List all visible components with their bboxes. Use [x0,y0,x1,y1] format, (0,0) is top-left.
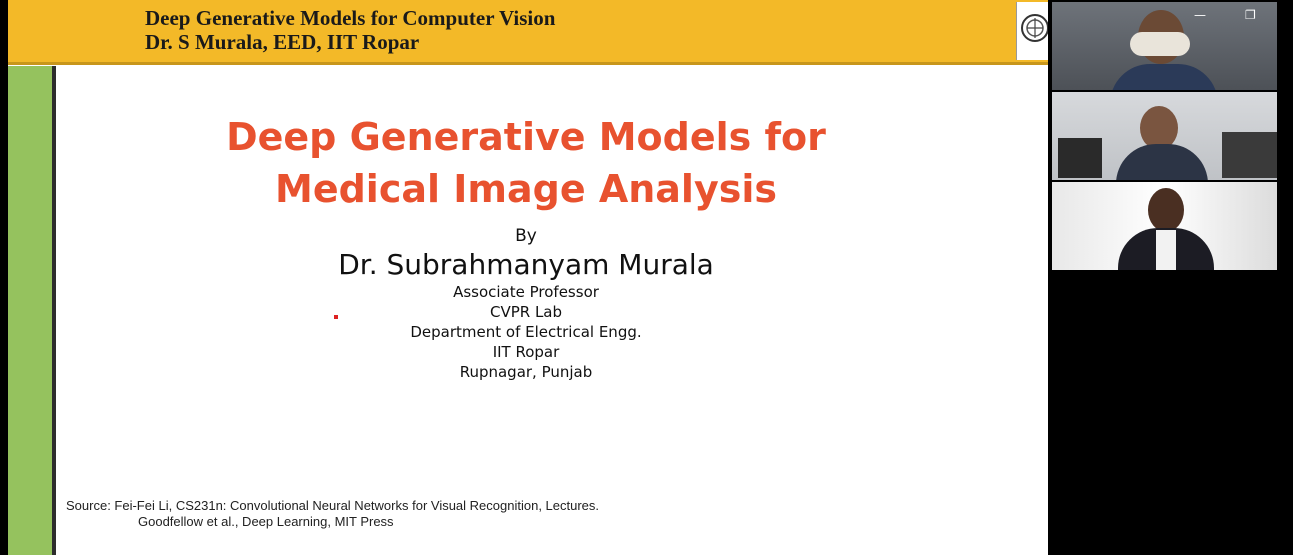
header-subtitle: Dr. S Murala, EED, IIT Ropar [145,30,420,54]
left-border [0,0,8,555]
institute-logo-icon [1016,2,1048,60]
restore-icon[interactable]: ❐ [1245,8,1256,22]
slide-header-banner: Deep Generative Models for Computer Visi… [8,0,1048,65]
laser-pointer-dot [334,315,338,319]
affiliation-line: Associate Professor [453,283,599,301]
presentation-slide: Deep Generative Models for Computer Visi… [0,0,1048,555]
slide-title-line-1: Deep Generative Models for [226,115,826,159]
author-name: Dr. Subrahmanyam Murala [338,248,714,281]
affiliation-line: Department of Electrical Engg. [410,323,642,341]
slide-side-bar [8,66,52,555]
face-mask [1130,32,1190,56]
shirt-collar [1156,230,1176,270]
participant-body [1110,64,1218,90]
affiliation-line: IIT Ropar [492,343,560,361]
participant-video-tile[interactable]: — ❐ [1052,2,1277,90]
participant-face [1148,188,1184,232]
slide-title-line-2: Medical Image Analysis [275,167,777,211]
background-object [1058,138,1102,178]
affiliation-line: Rupnagar, Punjab [459,363,593,381]
participant-video-tile[interactable] [1052,92,1277,180]
minimize-icon[interactable]: — [1194,8,1206,22]
source-line-2: Goodfellow et al., Deep Learning, MIT Pr… [138,514,394,529]
affiliation-line: CVPR Lab [489,303,563,321]
header-title: Deep Generative Models for Computer Visi… [145,6,556,30]
background-object [1222,132,1277,178]
participant-body [1116,144,1208,180]
by-label: By [515,226,537,246]
participant-video-tile[interactable] [1052,182,1277,270]
source-line-1: Source: Fei-Fei Li, CS231n: Convolutiona… [66,498,600,513]
